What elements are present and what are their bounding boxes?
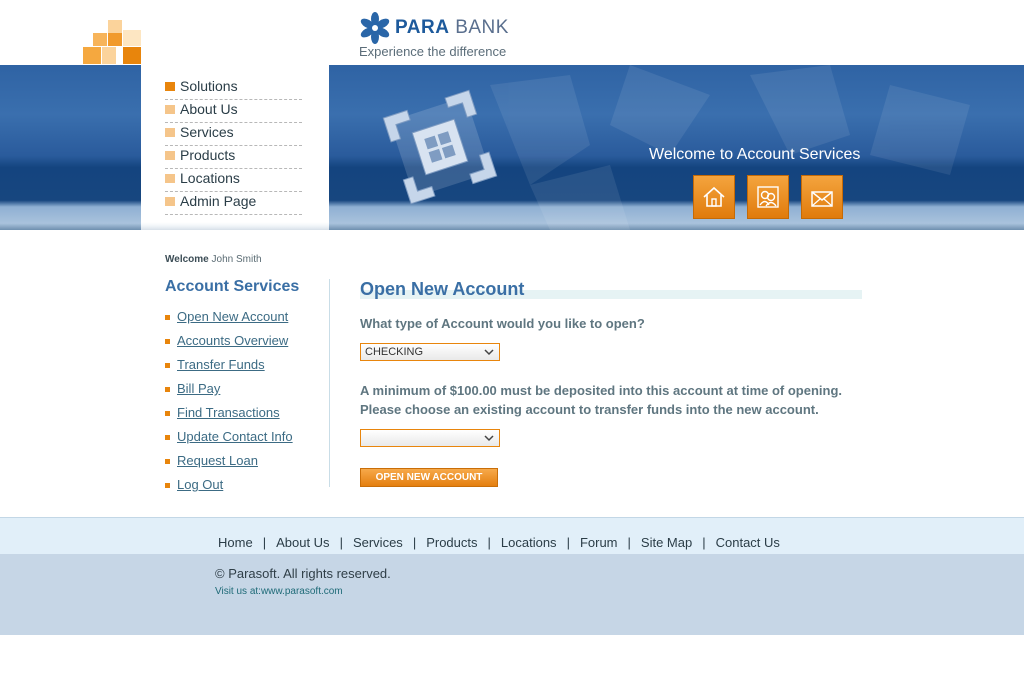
nav-bullet bbox=[165, 174, 175, 183]
list-bullet bbox=[165, 339, 170, 344]
nav-bullet bbox=[165, 82, 175, 91]
account-type-question: What type of Account would you like to o… bbox=[360, 316, 645, 331]
tagline: Experience the difference bbox=[359, 44, 507, 59]
nav-item-label: Admin Page bbox=[180, 193, 257, 209]
footer-link-services[interactable]: Services bbox=[353, 535, 403, 550]
decor-square bbox=[102, 47, 116, 64]
contacts-button[interactable] bbox=[747, 175, 789, 219]
footer-link-home[interactable]: Home bbox=[218, 535, 253, 550]
separator: | bbox=[627, 535, 631, 550]
separator: | bbox=[339, 535, 343, 550]
user-name: John Smith bbox=[211, 254, 262, 265]
nav-bullet bbox=[165, 151, 175, 160]
mail-icon bbox=[811, 191, 833, 207]
nav-item-label: Locations bbox=[180, 170, 240, 186]
update-contact-info-link[interactable]: Update Contact Info bbox=[177, 429, 293, 444]
nav-item-products[interactable]: Products bbox=[165, 145, 302, 169]
minimum-deposit-note: A minimum of $100.00 must be deposited i… bbox=[360, 383, 843, 398]
nav-item-services[interactable]: Services bbox=[165, 122, 302, 146]
sidebar-divider bbox=[329, 279, 330, 487]
welcome-message: Welcome John Smith bbox=[165, 254, 262, 265]
nav-item-solutions[interactable]: Solutions bbox=[165, 76, 302, 100]
logo[interactable]: PARA BANK bbox=[359, 12, 559, 46]
decor-square bbox=[93, 33, 107, 46]
bill-pay-link[interactable]: Bill Pay bbox=[177, 381, 220, 396]
nav-bullet bbox=[165, 197, 175, 206]
visit-link[interactable]: Visit us at:www.parasoft.com bbox=[215, 586, 343, 597]
logo-text: PARA BANK bbox=[395, 17, 509, 39]
list-bullet bbox=[165, 459, 170, 464]
list-bullet bbox=[165, 411, 170, 416]
account-type-value: CHECKING bbox=[365, 346, 424, 358]
home-button[interactable] bbox=[693, 175, 735, 219]
footer-link-about-us[interactable]: About Us bbox=[276, 535, 329, 550]
accounts-overview-link[interactable]: Accounts Overview bbox=[177, 333, 288, 348]
separator: | bbox=[702, 535, 706, 550]
nav-item-locations[interactable]: Locations bbox=[165, 168, 302, 192]
account-services-title: Account Services bbox=[165, 278, 300, 295]
decor-square bbox=[83, 47, 101, 64]
header: PARA BANK Experience the difference bbox=[0, 0, 1024, 66]
home-icon bbox=[703, 186, 725, 207]
footer-bottom bbox=[0, 554, 1024, 635]
decor-square bbox=[123, 47, 141, 64]
list-bullet bbox=[165, 435, 170, 440]
contacts-icon bbox=[757, 186, 779, 208]
top-nav-panel: Solutions About Us Services Products Loc… bbox=[141, 64, 329, 250]
footer-link-forum[interactable]: Forum bbox=[580, 535, 618, 550]
footer-link-products[interactable]: Products bbox=[426, 535, 477, 550]
copyright: © Parasoft. All rights reserved. bbox=[215, 566, 391, 581]
nav-item-label: Services bbox=[180, 124, 234, 140]
footer-link-locations[interactable]: Locations bbox=[501, 535, 557, 550]
footer-link-contact-us[interactable]: Contact Us bbox=[716, 535, 780, 550]
banner-logo-graphic bbox=[382, 89, 498, 205]
brand-name-part2: BANK bbox=[449, 17, 509, 38]
list-bullet bbox=[165, 315, 170, 320]
decor-square bbox=[123, 30, 141, 46]
from-account-select[interactable] bbox=[360, 429, 500, 447]
find-transactions-link[interactable]: Find Transactions bbox=[177, 405, 280, 420]
welcome-label: Welcome bbox=[165, 254, 209, 265]
nav-bullet bbox=[165, 128, 175, 137]
separator: | bbox=[262, 535, 267, 550]
separator: | bbox=[487, 535, 491, 550]
footer-link-site-map[interactable]: Site Map bbox=[641, 535, 692, 550]
request-loan-link[interactable]: Request Loan bbox=[177, 453, 258, 468]
account-type-select[interactable]: CHECKING bbox=[360, 343, 500, 361]
open-new-account-button[interactable]: OPEN NEW ACCOUNT bbox=[360, 468, 498, 487]
list-bullet bbox=[165, 363, 170, 368]
footer-nav: Home | About Us | Services | Products | Location… bbox=[0, 517, 1024, 555]
footer-links: Home | About Us | Services | Products | Location… bbox=[218, 535, 780, 550]
open-new-account-link[interactable]: Open New Account bbox=[177, 309, 288, 324]
decor-square bbox=[108, 33, 122, 46]
logo-flower-icon bbox=[360, 12, 390, 44]
contact-mail-button[interactable] bbox=[801, 175, 843, 219]
list-bullet bbox=[165, 483, 170, 488]
nav-item-admin-page[interactable]: Admin Page bbox=[165, 191, 302, 215]
decor-square bbox=[108, 20, 122, 33]
transfer-funds-link[interactable]: Transfer Funds bbox=[177, 357, 265, 372]
banner-title: Welcome to Account Services bbox=[649, 146, 861, 163]
log-out-link[interactable]: Log Out bbox=[177, 477, 223, 492]
nav-bullet bbox=[165, 105, 175, 114]
nav-item-label: Solutions bbox=[180, 78, 238, 94]
separator: | bbox=[566, 535, 570, 550]
chevron-down-icon bbox=[484, 435, 494, 442]
separator: | bbox=[412, 535, 417, 550]
choose-account-note: Please choose an existing account to tra… bbox=[360, 402, 819, 417]
brand-name-part1: PARA bbox=[395, 17, 450, 38]
list-bullet bbox=[165, 387, 170, 392]
chevron-down-icon bbox=[484, 349, 494, 356]
nav-item-about-us[interactable]: About Us bbox=[165, 99, 302, 123]
nav-item-label: Products bbox=[180, 147, 236, 163]
nav-item-label: About Us bbox=[180, 101, 238, 117]
page-title: Open New Account bbox=[360, 279, 525, 299]
